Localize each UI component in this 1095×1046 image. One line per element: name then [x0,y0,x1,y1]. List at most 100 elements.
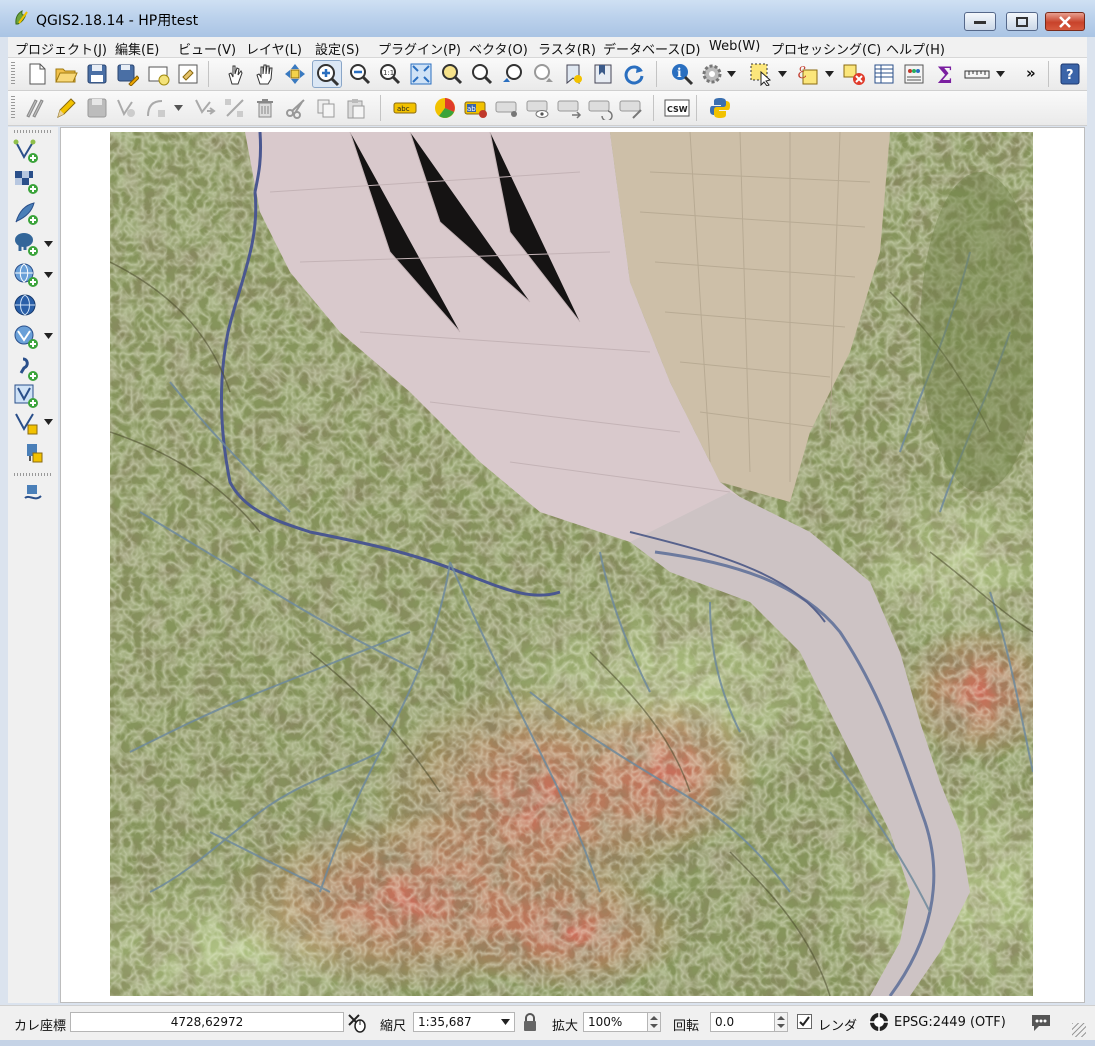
pan-map-button[interactable] [252,61,278,87]
add-circular-string-button[interactable] [143,95,169,121]
delete-selected-button[interactable] [252,95,278,121]
save-as-button[interactable] [114,61,140,87]
chevron-down-icon[interactable] [727,71,736,77]
chevron-down-icon[interactable] [44,419,53,425]
scale-combobox[interactable]: 1:35,687 [413,1012,515,1032]
add-feature-button[interactable] [113,95,139,121]
touch-zoom-button[interactable] [222,61,248,87]
measure-line-button[interactable] [963,61,990,87]
menu-project[interactable]: プロジェクト(J) [15,39,107,58]
terrain-raster-map[interactable] [110,132,1033,996]
zoom-in-button[interactable] [312,60,342,88]
menu-web[interactable]: Web(W) [709,39,760,54]
zoom-next-button[interactable] [530,61,556,87]
crs-label[interactable]: EPSG:2449 (OTF) [894,1015,1006,1030]
rotate-label-button[interactable] [587,95,613,121]
crs-status-button[interactable] [868,1011,890,1033]
render-checkbox[interactable] [797,1014,812,1029]
coordinate-input[interactable]: 4728,62972 [70,1012,344,1032]
resize-grip[interactable] [1072,1023,1086,1037]
add-wms-layer-button[interactable] [12,261,38,287]
current-edits-button[interactable] [22,95,48,121]
pin-unpin-labels-button[interactable] [494,95,520,121]
menu-help[interactable]: ヘルプ(H) [886,39,945,58]
chevron-down-icon[interactable] [996,71,1005,77]
copy-features-button[interactable] [313,95,339,121]
zoom-native-button[interactable]: 1:1 [376,61,402,87]
toolbar-grip[interactable] [14,473,52,476]
chevron-down-icon[interactable] [44,241,53,247]
identify-features-button[interactable]: i [669,61,695,87]
add-wcs-layer-button[interactable] [12,292,38,318]
move-label-button[interactable] [556,95,582,121]
show-hide-labels-button[interactable] [525,95,551,121]
toolbar-grip[interactable] [11,62,15,86]
toolbar-grip[interactable] [14,130,52,133]
add-vector-layer-button[interactable] [12,137,38,163]
new-print-composer-button[interactable] [145,61,171,87]
cut-features-button[interactable] [283,95,309,121]
select-features-button[interactable] [748,61,774,87]
menu-vector[interactable]: ベクタ(O) [469,39,528,58]
save-project-button[interactable] [84,61,110,87]
menu-layer[interactable]: レイヤ(L) [246,39,302,58]
open-project-button[interactable] [53,61,79,87]
show-bookmarks-button[interactable] [590,61,616,87]
menu-view[interactable]: ビュー(V) [178,39,236,58]
new-project-button[interactable] [24,61,50,87]
move-feature-button[interactable] [191,95,217,121]
add-postgis-layer-button[interactable] [12,230,38,256]
toolbar-overflow-button[interactable]: » [1026,64,1036,82]
chevron-down-icon[interactable] [825,71,834,77]
paste-features-button[interactable] [343,95,369,121]
chevron-down-icon[interactable] [44,272,53,278]
layer-diagram-options-button[interactable] [432,95,458,121]
toggle-editing-button[interactable] [53,95,79,121]
rotation-spinner[interactable] [774,1012,788,1032]
python-console-button[interactable] [707,95,733,121]
statistical-summary-button[interactable]: Σ [932,61,958,87]
new-bookmark-button[interactable] [560,61,586,87]
menu-edit[interactable]: 編集(E) [115,39,159,58]
menu-processing[interactable]: プロセッシング(C) [771,39,881,58]
field-calculator-button[interactable] [901,61,927,87]
magnifier-input[interactable]: 100% [583,1012,647,1032]
zoom-to-selection-button[interactable] [438,61,464,87]
add-delimited-text-layer-button[interactable] [12,355,38,381]
toggle-extents-button[interactable] [345,1011,367,1033]
pan-to-selection-button[interactable] [282,61,308,87]
change-label-button[interactable] [618,95,644,121]
help-button[interactable]: ? [1057,61,1083,87]
rotation-input[interactable]: 0.0 [710,1012,774,1032]
add-virtual-layer-button[interactable] [12,382,38,408]
toolbar-grip[interactable] [11,96,15,120]
add-raster-layer-button[interactable] [12,168,38,194]
composer-manager-button[interactable] [175,61,201,87]
messages-button[interactable] [1030,1011,1052,1033]
maximize-button[interactable] [1006,12,1038,31]
deselect-features-button[interactable] [841,61,867,87]
highlight-pinned-labels-button[interactable]: ab [463,95,489,121]
select-by-expression-button[interactable]: ℰ [794,61,820,87]
add-wfs-layer-button[interactable] [12,323,38,349]
minimize-button[interactable] [964,12,996,31]
menu-raster[interactable]: ラスタ(R) [538,39,596,58]
add-oracle-layer-button[interactable] [20,440,46,466]
new-shapefile-layer-button[interactable] [12,409,38,435]
refresh-button[interactable] [621,61,647,87]
node-tool-button[interactable] [222,95,248,121]
add-spatialite-layer-button[interactable] [12,199,38,225]
zoom-full-button[interactable] [408,61,434,87]
chevron-down-icon[interactable] [778,71,787,77]
magnifier-spinner[interactable] [647,1012,661,1032]
zoom-to-layer-button[interactable] [468,61,494,87]
zoom-last-button[interactable] [500,61,526,87]
georeferencer-button[interactable] [20,481,46,507]
metasearch-csw-button[interactable]: CSW [663,95,691,121]
menu-plugins[interactable]: プラグイン(P) [378,39,461,58]
chevron-down-icon[interactable] [44,333,53,339]
menu-settings[interactable]: 設定(S) [315,39,359,58]
menu-database[interactable]: データベース(D) [603,39,701,58]
save-edits-button[interactable] [84,95,110,121]
lock-scale-button[interactable] [522,1012,538,1032]
